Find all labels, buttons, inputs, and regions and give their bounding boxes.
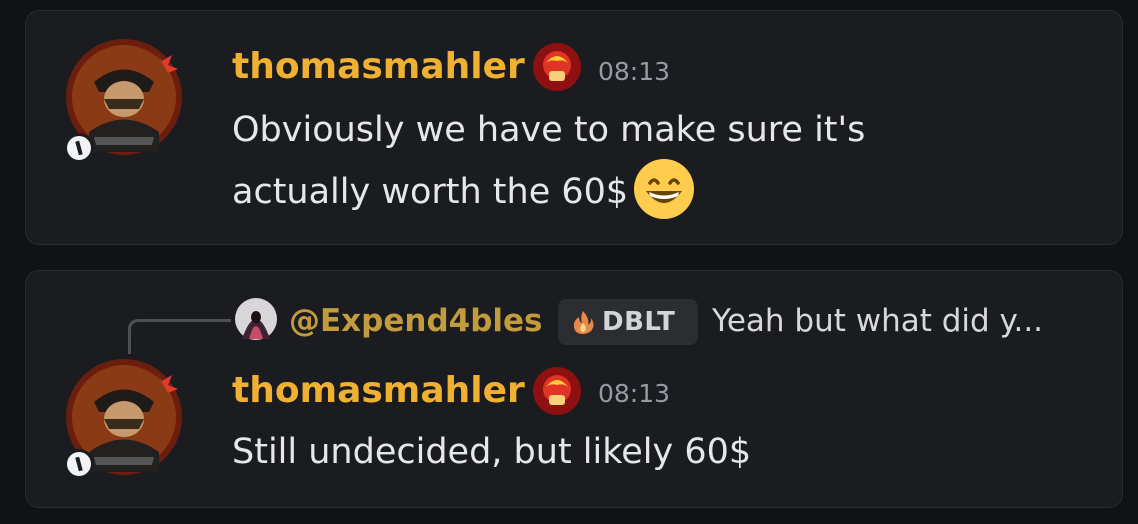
message-card: @Expend4bles DBLT Yeah but what did y... bbox=[25, 270, 1123, 508]
reply-preview[interactable]: Yeah but what did y... bbox=[712, 301, 1043, 341]
guild-tag[interactable]: DBLT bbox=[558, 299, 698, 345]
status-badge bbox=[64, 449, 94, 479]
role-badge-icon[interactable] bbox=[531, 365, 583, 417]
message-line: actually worth the 60$ bbox=[232, 159, 696, 223]
message-timestamp: 08:13 bbox=[598, 57, 671, 86]
grinning-face-emoji-icon bbox=[632, 157, 696, 221]
status-badge bbox=[64, 133, 94, 163]
message-line-text: actually worth the 60$ bbox=[232, 172, 629, 212]
message-line: Still undecided, but likely 60$ bbox=[232, 432, 752, 472]
author-name[interactable]: thomasmahler bbox=[232, 371, 525, 411]
guild-tag-label: DBLT bbox=[602, 307, 676, 337]
user-avatar[interactable] bbox=[64, 37, 186, 163]
reply-avatar[interactable] bbox=[234, 297, 278, 341]
user-avatar[interactable] bbox=[64, 357, 186, 479]
message-line: Obviously we have to make sure it's bbox=[232, 110, 866, 150]
message-timestamp: 08:13 bbox=[598, 379, 671, 408]
reply-connector bbox=[128, 319, 231, 354]
reply-author[interactable]: @Expend4bles bbox=[289, 301, 543, 341]
hooded-figure-avatar-icon bbox=[235, 298, 277, 340]
flame-tag-icon bbox=[570, 309, 596, 335]
role-badge-icon[interactable] bbox=[531, 41, 583, 93]
message-card: thomasmahler 08:13 Obviously we have to … bbox=[25, 10, 1123, 245]
author-name[interactable]: thomasmahler bbox=[232, 47, 525, 87]
